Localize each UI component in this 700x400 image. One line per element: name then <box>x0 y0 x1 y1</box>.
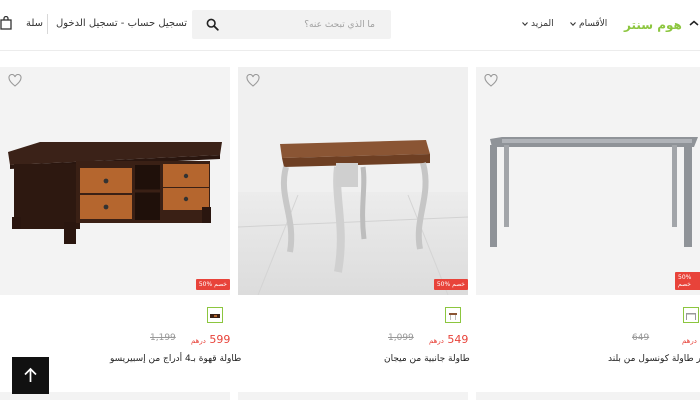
search-icon[interactable] <box>206 18 219 31</box>
color-swatch[interactable] <box>683 307 699 323</box>
product-card[interactable]: 50% خصم 649 324 درهم إطار طاولة كونسول م… <box>476 67 700 377</box>
header: سلة تسجيل حساب - تسجيل الدخول المزيد الأ… <box>0 0 700 51</box>
product-name[interactable]: طاولة قهوة بـ4 أدراج من إسبيريسو <box>110 354 241 364</box>
discount-badge: 50% خصم <box>433 279 468 290</box>
discount-badge: 50% خصم <box>675 272 700 290</box>
nav-categories-label: الأقسام <box>579 19 608 29</box>
price-currency: درهم <box>191 337 206 345</box>
old-price: 1,199 <box>150 333 176 343</box>
cart-link[interactable]: سلة <box>26 18 43 29</box>
next-row-card <box>476 392 700 400</box>
arrow-up-icon <box>24 367 37 382</box>
price-currency: درهم <box>682 337 697 345</box>
logo-house-icon <box>689 20 699 26</box>
price-value: 549 <box>447 333 469 346</box>
login-register-link[interactable]: تسجيل حساب - تسجيل الدخول <box>56 18 187 29</box>
discount-badge: 50% خصم <box>195 279 230 290</box>
bag-icon[interactable] <box>0 16 12 30</box>
swatch-thumbnail <box>210 314 220 318</box>
product-image[interactable]: 50% خصم <box>0 67 230 295</box>
color-swatch[interactable] <box>207 307 223 323</box>
sale-price: 549 درهم <box>429 333 468 346</box>
swatch-thumbnail <box>686 313 696 320</box>
product-image[interactable]: 50% خصم <box>476 67 700 295</box>
nav-categories-menu[interactable]: الأقسام <box>570 19 607 29</box>
next-row-card <box>238 392 468 400</box>
sale-price: 599 درهم <box>191 333 230 346</box>
chevron-down-icon <box>522 21 528 26</box>
console-frame-illustration <box>476 67 700 295</box>
old-price: 649 <box>632 333 650 343</box>
chevron-down-icon <box>570 21 576 26</box>
product-name[interactable]: إطار طاولة كونسول من بلند <box>608 354 700 364</box>
old-price: 1,099 <box>388 333 414 343</box>
swatch-thumbnail <box>449 313 457 320</box>
product-card[interactable]: 50% خصم 1,199 599 درهم طاولة قهوة بـ4 أد… <box>0 67 241 377</box>
search-input[interactable] <box>226 10 381 39</box>
nav-more-menu[interactable]: المزيد <box>522 19 554 29</box>
search-box <box>192 10 391 39</box>
nav-more-label: المزيد <box>531 19 554 29</box>
logo-text: هوم سنتر <box>624 18 682 32</box>
side-table-illustration <box>238 67 468 295</box>
coffee-table-illustration <box>0 67 230 295</box>
header-divider <box>47 14 48 34</box>
heart-icon[interactable] <box>484 74 498 87</box>
price-value: 599 <box>209 333 231 346</box>
back-to-top-button[interactable] <box>12 357 49 394</box>
color-swatch[interactable] <box>445 307 461 323</box>
price-currency: درهم <box>429 337 444 345</box>
product-image[interactable]: 50% خصم <box>238 67 468 295</box>
product-name[interactable]: طاولة جانبية من ميجان <box>384 354 470 364</box>
heart-icon[interactable] <box>8 74 22 87</box>
home-centre-logo[interactable]: هوم سنتر <box>624 14 699 33</box>
product-card[interactable]: 50% خصم 1,099 549 درهم طاولة جانبية من م… <box>238 67 470 377</box>
sale-price: 324 درهم <box>682 333 700 346</box>
heart-icon[interactable] <box>246 74 260 87</box>
